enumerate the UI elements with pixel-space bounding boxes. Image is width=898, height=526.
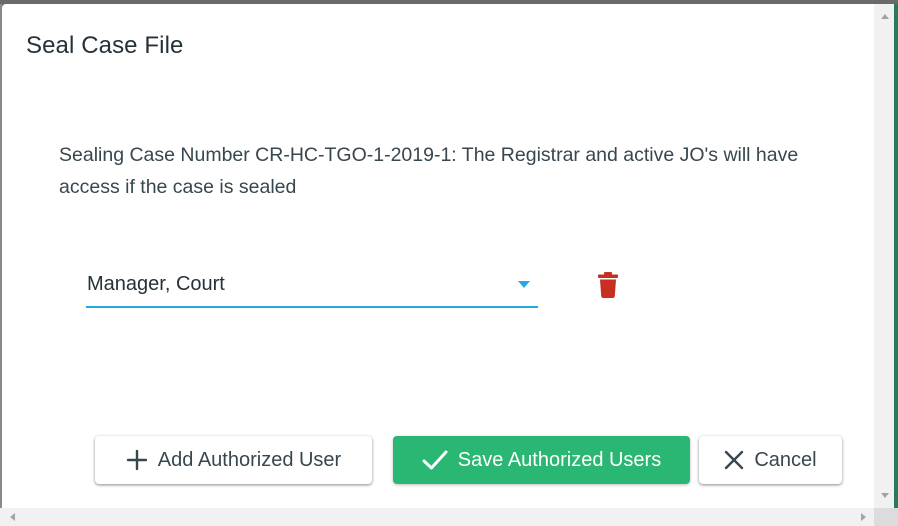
check-icon — [422, 449, 448, 471]
scroll-left-icon[interactable] — [10, 513, 15, 521]
plus-icon — [126, 449, 148, 471]
page-edge — [894, 4, 898, 508]
scrollbar-corner — [874, 508, 898, 526]
horizontal-scrollbar[interactable] — [0, 508, 874, 526]
add-authorized-user-button[interactable]: Add Authorized User — [95, 436, 372, 484]
save-authorized-users-label: Save Authorized Users — [457, 448, 662, 471]
caret-down-icon[interactable] — [518, 281, 530, 288]
save-authorized-users-button[interactable]: Save Authorized Users — [393, 436, 690, 484]
cancel-label: Cancel — [754, 448, 817, 471]
scroll-down-icon[interactable] — [881, 493, 889, 498]
dialog-title: Seal Case File — [26, 32, 184, 59]
trash-icon — [598, 272, 618, 298]
authorized-user-select-value: Manager, Court — [87, 273, 225, 295]
scroll-right-icon[interactable] — [861, 513, 866, 521]
dialog-message: Sealing Case Number CR-HC-TGO-1-2019-1: … — [59, 144, 799, 198]
add-authorized-user-label: Add Authorized User — [157, 448, 342, 471]
close-icon — [724, 450, 744, 470]
seal-case-dialog: Seal Case File Sealing Case Number CR-HC… — [2, 4, 874, 508]
authorized-user-select[interactable]: Manager, Court — [86, 266, 538, 308]
delete-authorized-user-button[interactable] — [594, 269, 622, 301]
cancel-button[interactable]: Cancel — [699, 436, 842, 484]
scroll-up-icon[interactable] — [881, 14, 889, 19]
